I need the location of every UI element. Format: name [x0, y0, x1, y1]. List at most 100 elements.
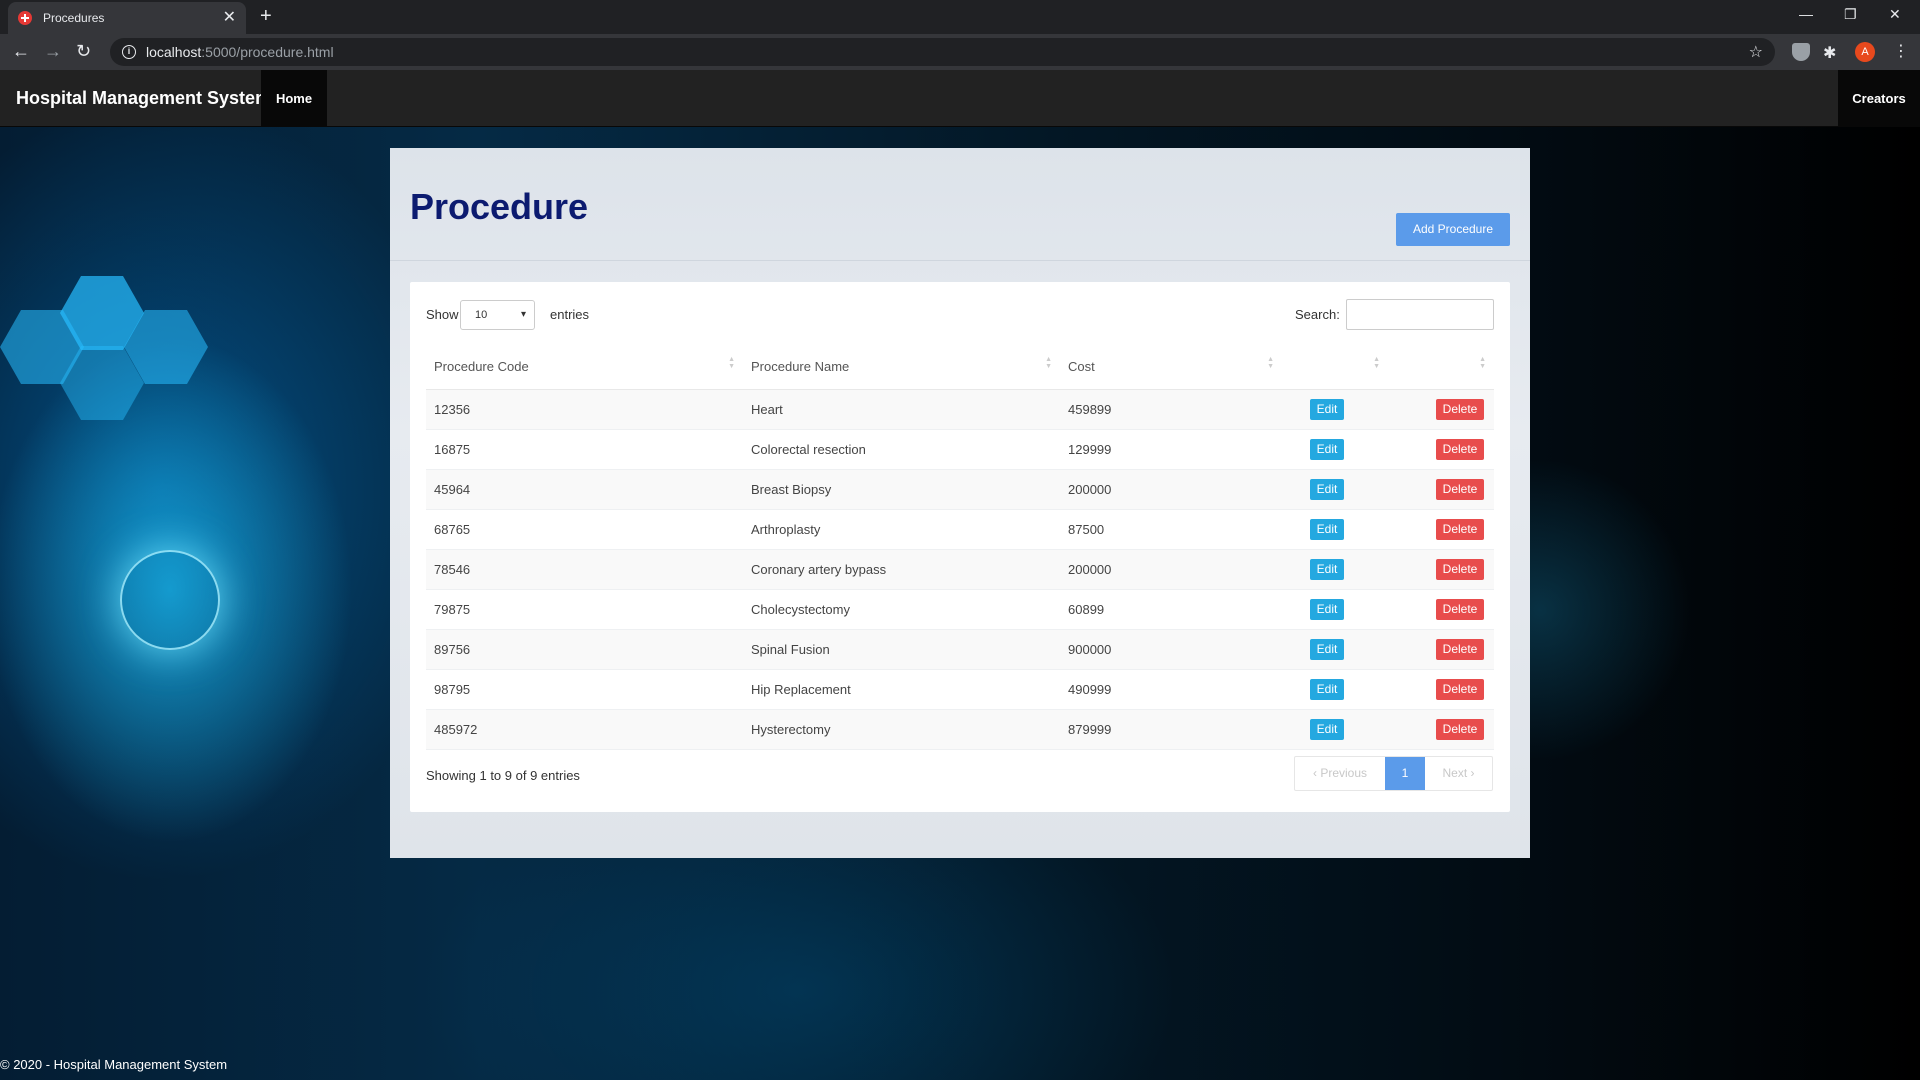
sort-icon: ▲ ▼ [1373, 356, 1380, 370]
edit-button[interactable]: Edit [1310, 638, 1344, 660]
page-title: Procedure [410, 186, 589, 227]
table-row: 79875 Cholecystectomy 60899 Edit Delete [426, 589, 1494, 630]
table-row: 16875 Colorectal resection 129999 Edit D… [426, 429, 1494, 470]
pagination: ‹ Previous 1 Next › [1294, 756, 1493, 791]
procedure-code-cell: 78546 [426, 549, 743, 590]
procedure-name-cell: Spinal Fusion [743, 629, 1060, 670]
cost-cell: 900000 [1060, 629, 1282, 670]
search-label: Search: [1295, 307, 1340, 322]
brand-title[interactable]: Hospital Management System [16, 70, 271, 127]
new-tab-icon[interactable]: + [260, 6, 272, 26]
delete-button[interactable]: Delete [1436, 638, 1484, 660]
nav-home-link[interactable]: Home [261, 70, 327, 127]
panel-header: Procedure Add Procedure [390, 148, 1530, 261]
procedure-name-cell: Colorectal resection [743, 429, 1060, 470]
back-icon[interactable]: ← [12, 41, 30, 61]
glowing-orb-decoration [120, 550, 220, 650]
delete-button[interactable]: Delete [1436, 478, 1484, 500]
delete-button[interactable]: Delete [1436, 398, 1484, 420]
edit-button[interactable]: Edit [1310, 718, 1344, 740]
tab-title: Procedures [43, 11, 105, 25]
delete-button[interactable]: Delete [1436, 518, 1484, 540]
page-1-button[interactable]: 1 [1385, 757, 1425, 790]
bookmark-star-icon[interactable]: ☆ [1749, 42, 1763, 62]
delete-cell: Delete [1388, 589, 1494, 630]
hospital-favicon-icon [18, 11, 32, 25]
page-background: Hospital Management System Home Creators… [0, 70, 1920, 1080]
delete-cell: Delete [1388, 669, 1494, 710]
show-label: Show [426, 307, 459, 322]
cost-cell: 129999 [1060, 429, 1282, 470]
nav-creators-link[interactable]: Creators [1838, 70, 1920, 127]
minimize-icon[interactable]: — [1799, 6, 1813, 22]
sort-icon: ▲ ▼ [728, 356, 735, 370]
column-header-edit[interactable]: ▲ ▼ [1282, 344, 1388, 390]
edit-button[interactable]: Edit [1310, 598, 1344, 620]
table-row: 98795 Hip Replacement 490999 Edit Delete [426, 669, 1494, 710]
procedure-code-cell: 45964 [426, 469, 743, 510]
extensions-puzzle-icon[interactable]: ✱ [1823, 43, 1841, 62]
delete-button[interactable]: Delete [1436, 438, 1484, 460]
procedure-code-cell: 79875 [426, 589, 743, 630]
address-bar[interactable]: i localhost:5000/procedure.html ☆ [110, 38, 1775, 66]
procedure-name-cell: Hip Replacement [743, 669, 1060, 710]
edit-cell: Edit [1282, 709, 1388, 750]
edit-cell: Edit [1282, 509, 1388, 550]
profile-avatar[interactable]: A [1855, 42, 1875, 62]
add-procedure-button[interactable]: Add Procedure [1396, 213, 1510, 246]
edit-cell: Edit [1282, 589, 1388, 630]
page-length-value: 10 [475, 309, 488, 321]
browser-menu-icon[interactable]: ⋮ [1893, 41, 1909, 61]
cost-cell: 459899 [1060, 389, 1282, 430]
edit-cell: Edit [1282, 549, 1388, 590]
edit-button[interactable]: Edit [1310, 398, 1344, 420]
delete-button[interactable]: Delete [1436, 718, 1484, 740]
previous-page-button[interactable]: ‹ Previous [1295, 757, 1385, 790]
column-header-code[interactable]: Procedure Code ▲ ▼ [426, 344, 743, 390]
next-page-button[interactable]: Next › [1425, 757, 1492, 790]
delete-cell: Delete [1388, 469, 1494, 510]
close-window-icon[interactable]: ✕ [1889, 6, 1901, 23]
table-row: 12356 Heart 459899 Edit Delete [426, 389, 1494, 430]
restore-icon[interactable]: ❐ [1844, 6, 1857, 23]
table-row: 485972 Hysterectomy 879999 Edit Delete [426, 709, 1494, 750]
search-input[interactable] [1346, 299, 1494, 330]
procedure-name-cell: Heart [743, 389, 1060, 430]
column-header-delete[interactable]: ▲ ▼ [1388, 344, 1494, 390]
reload-icon[interactable]: ↻ [76, 41, 91, 61]
url-path: :5000/procedure.html [201, 44, 334, 60]
procedure-code-cell: 12356 [426, 389, 743, 430]
edit-cell: Edit [1282, 629, 1388, 670]
procedure-panel: Procedure Add Procedure Show 10 ▾ entrie… [390, 148, 1530, 858]
delete-button[interactable]: Delete [1436, 598, 1484, 620]
sort-icon: ▲ ▼ [1267, 356, 1274, 370]
browser-tab[interactable]: Procedures ✕ [8, 2, 246, 34]
delete-button[interactable]: Delete [1436, 678, 1484, 700]
close-tab-icon[interactable]: ✕ [223, 10, 236, 26]
footer-text: © 2020 - Hospital Management System [0, 1057, 228, 1072]
edit-button[interactable]: Edit [1310, 518, 1344, 540]
column-header-name[interactable]: Procedure Name ▲ ▼ [743, 344, 1060, 390]
shield-extension-icon[interactable] [1792, 43, 1810, 61]
cost-cell: 200000 [1060, 469, 1282, 510]
table-header-row: Procedure Code ▲ ▼ Procedure Name ▲ ▼ Cost ▲ ▼… [426, 344, 1494, 390]
procedure-name-cell: Arthroplasty [743, 509, 1060, 550]
page-length-select[interactable]: 10 ▾ [460, 300, 535, 330]
cost-cell: 879999 [1060, 709, 1282, 750]
edit-button[interactable]: Edit [1310, 678, 1344, 700]
edit-button[interactable]: Edit [1310, 438, 1344, 460]
delete-button[interactable]: Delete [1436, 558, 1484, 580]
procedure-code-cell: 16875 [426, 429, 743, 470]
procedure-code-cell: 89756 [426, 629, 743, 670]
delete-cell: Delete [1388, 389, 1494, 430]
site-info-icon[interactable]: i [122, 45, 136, 59]
edit-cell: Edit [1282, 669, 1388, 710]
forward-icon[interactable]: → [44, 41, 62, 61]
edit-button[interactable]: Edit [1310, 558, 1344, 580]
cost-cell: 200000 [1060, 549, 1282, 590]
browser-tab-strip: Procedures ✕ + — ❐ ✕ [0, 0, 1920, 34]
column-header-cost[interactable]: Cost ▲ ▼ [1060, 344, 1282, 390]
delete-cell: Delete [1388, 429, 1494, 470]
edit-button[interactable]: Edit [1310, 478, 1344, 500]
table-row: 68765 Arthroplasty 87500 Edit Delete [426, 509, 1494, 550]
